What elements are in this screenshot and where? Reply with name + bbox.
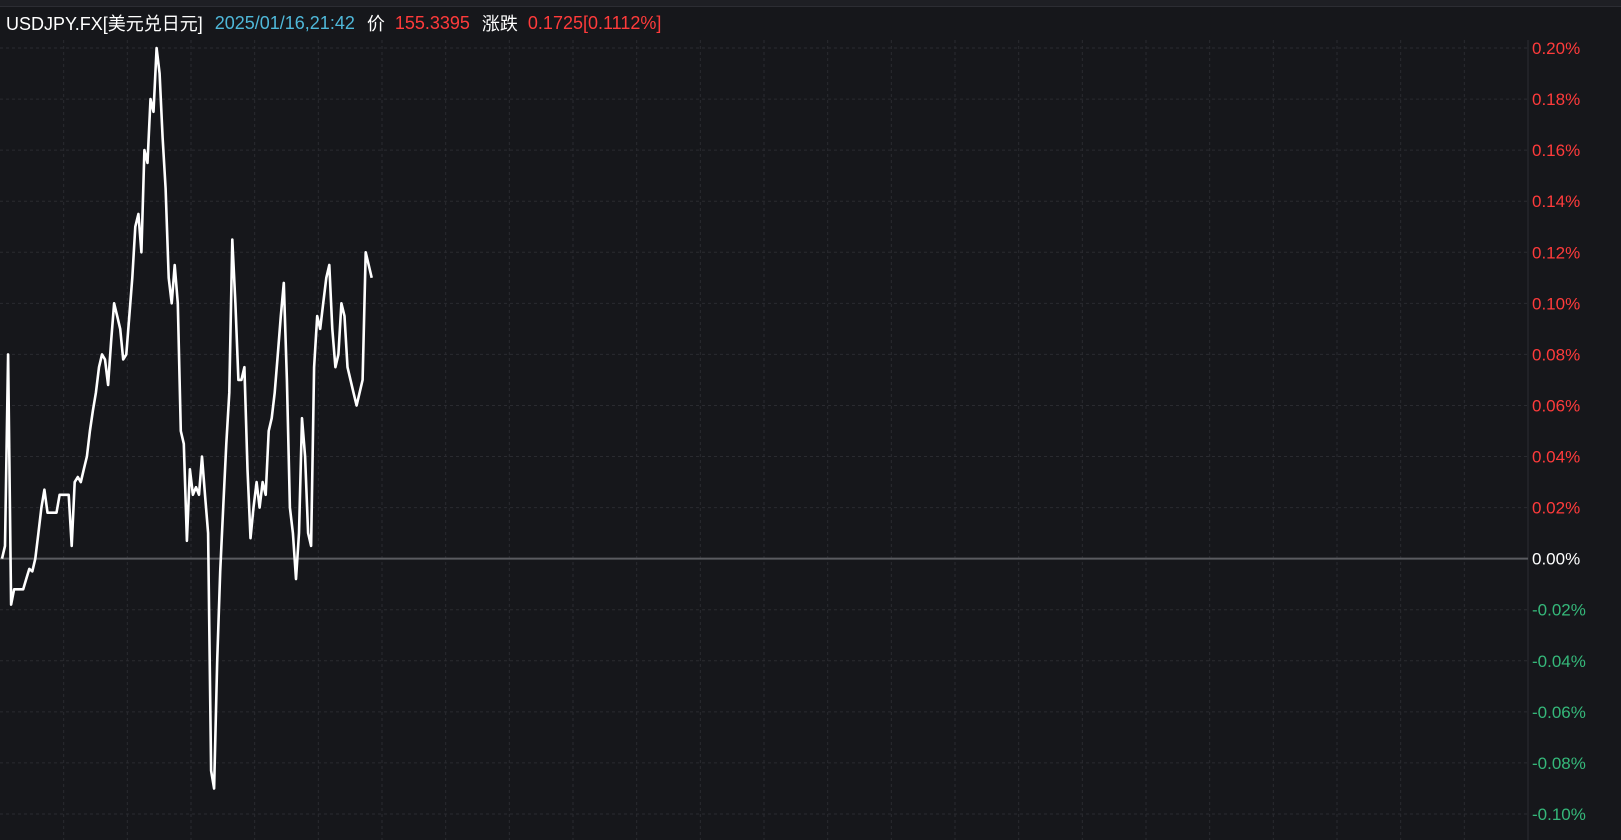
y-tick-label: -0.10%	[1532, 805, 1586, 824]
grid-lines	[0, 40, 1529, 840]
price-label: 价	[366, 14, 385, 34]
change-value: 0.1725[0.1112%]	[527, 12, 662, 33]
y-axis: 0.20% 0.18% 0.16% 0.14% 0.12% 0.10% 0.08% 0.06%…	[1532, 39, 1586, 824]
y-tick-label: 0.06%	[1532, 396, 1580, 415]
price-series	[0, 46, 373, 790]
y-tick-label: 0.00%	[1532, 550, 1580, 569]
y-tick-label: -0.02%	[1532, 601, 1586, 620]
chart-area[interactable]: 0.20% 0.18% 0.16% 0.14% 0.12% 0.10% 0.08% 0.06%…	[0, 0, 1621, 840]
y-tick-label: 0.20%	[1532, 39, 1580, 58]
y-tick-label: 0.10%	[1532, 294, 1580, 313]
y-tick-label: -0.04%	[1532, 652, 1586, 671]
chart-root: 0.20% 0.18% 0.16% 0.14% 0.12% 0.10% 0.08% 0.06%…	[0, 0, 1621, 840]
y-tick-label: 0.08%	[1532, 345, 1580, 364]
y-tick-label: -0.08%	[1532, 754, 1586, 773]
y-tick-label: 0.16%	[1532, 141, 1580, 160]
change-label: 涨跌	[481, 14, 518, 34]
intraday-line-chart[interactable]: 0.20% 0.18% 0.16% 0.14% 0.12% 0.10% 0.08% 0.06%…	[0, 0, 1621, 840]
quote-datetime: 2025/01/16,21:42	[214, 12, 355, 33]
y-tick-label: 0.12%	[1532, 243, 1580, 262]
symbol-name: USDJPY.FX[美元兑日元]	[6, 14, 203, 34]
price-value: 155.3395	[394, 12, 470, 33]
y-tick-label: 0.18%	[1532, 90, 1580, 109]
quote-header: USDJPY.FX[美元兑日元] 2025/01/16,21:42 价 155.…	[6, 11, 673, 35]
y-tick-label: 0.14%	[1532, 192, 1580, 211]
y-tick-label: 0.02%	[1532, 499, 1580, 518]
y-tick-label: -0.06%	[1532, 703, 1586, 722]
y-tick-label: 0.04%	[1532, 448, 1580, 467]
price-line	[0, 46, 373, 790]
